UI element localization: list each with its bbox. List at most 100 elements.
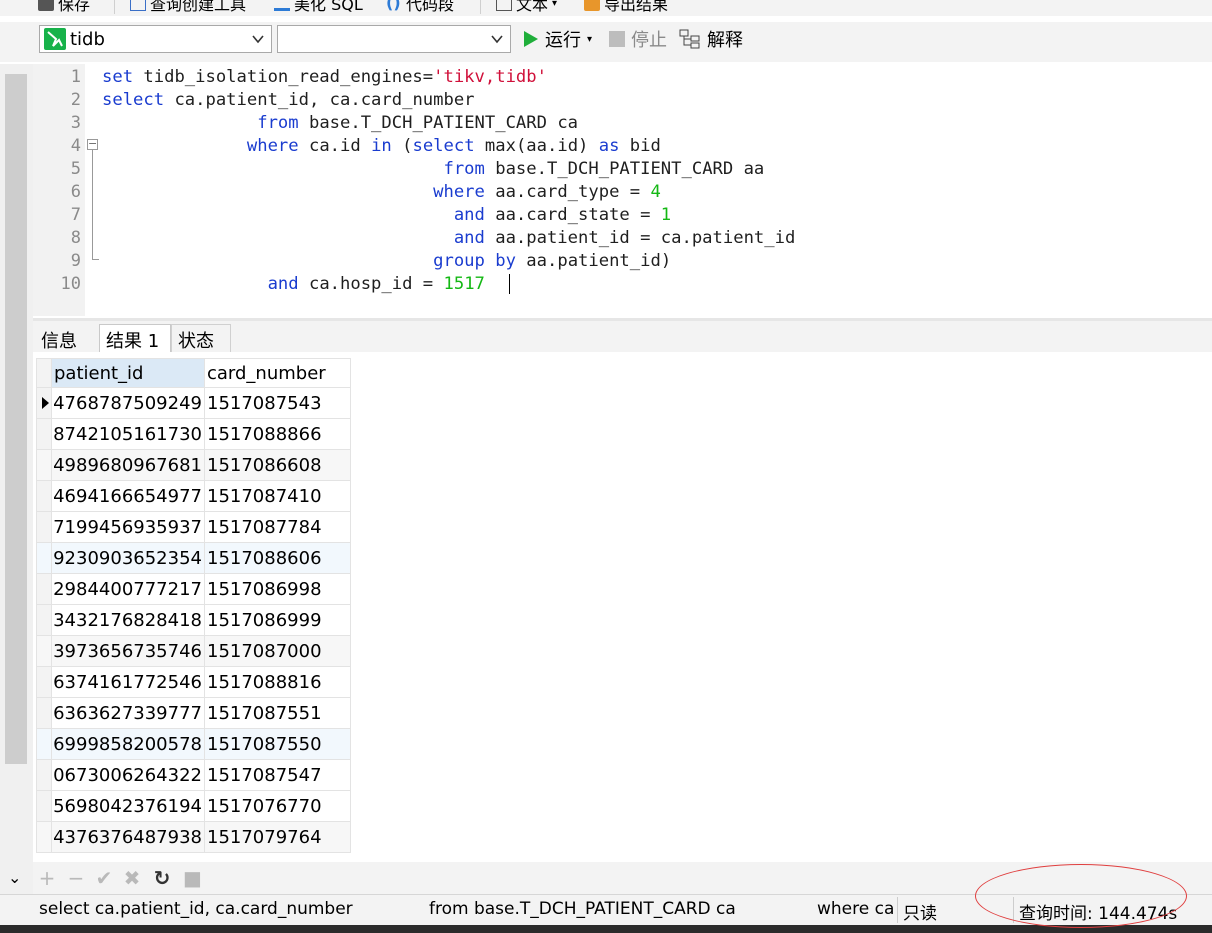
- tab-result-1[interactable]: 结果 1: [99, 324, 171, 355]
- cell-patient-id[interactable]: 55698042376194: [51, 790, 205, 822]
- cell-patient-id[interactable]: 04768787509249: [51, 387, 205, 419]
- cell-patient-id[interactable]: 54989680967681: [51, 449, 205, 481]
- table-row[interactable]: 50673006264322 1517087547: [36, 759, 351, 791]
- explain-label: 解释: [707, 30, 743, 51]
- row-indicator: [36, 449, 52, 481]
- text-label: 文本: [516, 0, 549, 14]
- code-line-10: and ca.hosp_id = 1517: [267, 274, 485, 294]
- table-row[interactable]: 93973656735746 1517087000: [36, 635, 351, 667]
- cell-patient-id[interactable]: 74376376487938: [51, 821, 205, 853]
- stop-square-icon[interactable]: ■: [183, 868, 202, 888]
- chevron-down-icon[interactable]: ⌄: [8, 868, 21, 887]
- cell-card-number[interactable]: 1517088606: [204, 542, 351, 574]
- table-row[interactable]: 96374161772546 1517088816: [36, 666, 351, 698]
- cell-patient-id[interactable]: 77199456935937: [51, 511, 205, 543]
- cell-card-number[interactable]: 1517087543: [204, 387, 351, 419]
- code-line-1: set tidb_isolation_read_engines='tikv,ti…: [102, 67, 547, 87]
- line-number-gutter: 1 2 3 4 5 6 7 8 9 10: [33, 64, 85, 316]
- database-select[interactable]: [277, 25, 511, 53]
- table-row[interactable]: 55698042376194 1517076770: [36, 790, 351, 822]
- apply-check-icon[interactable]: ✔: [95, 868, 113, 888]
- cell-card-number[interactable]: 1517087550: [204, 728, 351, 760]
- current-row-arrow-icon: [42, 396, 49, 409]
- export-icon: [584, 0, 600, 11]
- export-results-button[interactable]: 导出结果: [584, 0, 668, 14]
- run-button[interactable]: 运行 ▾: [523, 27, 592, 51]
- text-button[interactable]: 文本 ▾: [496, 0, 557, 14]
- toolbar-divider: [480, 0, 481, 14]
- beautify-icon: [274, 0, 290, 11]
- code-line-5: from base.T_DCH_PATIENT_CARD aa: [443, 159, 765, 179]
- code-line-9: group by aa.patient_id): [433, 251, 672, 271]
- table-row[interactable]: 93432176828418 1517086999: [36, 604, 351, 636]
- cell-card-number[interactable]: 1517087551: [204, 697, 351, 729]
- left-scrollbar[interactable]: [5, 74, 27, 764]
- discard-x-icon[interactable]: ✖: [123, 868, 141, 888]
- add-row-icon[interactable]: +: [38, 868, 56, 888]
- beautify-label: 美化 SQL: [294, 0, 363, 14]
- cell-patient-id[interactable]: 56999858200578: [51, 728, 205, 760]
- save-button[interactable]: 保存: [38, 0, 90, 14]
- table-row[interactable]: 74694166654977 1517087410: [36, 480, 351, 512]
- line-number: 6: [70, 182, 81, 202]
- cell-card-number[interactable]: 1517086998: [204, 573, 351, 605]
- tab-info[interactable]: 信息: [35, 324, 99, 355]
- refresh-icon[interactable]: ↻: [153, 868, 171, 888]
- beautify-sql-button[interactable]: 美化 SQL: [274, 0, 363, 14]
- row-indicator: [36, 604, 52, 636]
- table-row[interactable]: 08742105161730 1517088866: [36, 418, 351, 450]
- stop-button[interactable]: 停止: [609, 27, 667, 51]
- code-line-8: and aa.patient_id = ca.patient_id: [453, 228, 796, 248]
- cell-card-number[interactable]: 1517076770: [204, 790, 351, 822]
- cell-patient-id[interactable]: 96374161772546: [51, 666, 205, 698]
- row-indicator: [36, 635, 52, 667]
- cell-patient-id[interactable]: 92984400777217: [51, 573, 205, 605]
- explain-button[interactable]: 解释: [679, 27, 743, 51]
- table-row[interactable]: 04768787509249 1517087543: [36, 387, 351, 419]
- cell-patient-id[interactable]: 50673006264322: [51, 759, 205, 791]
- table-row[interactable]: 56999858200578 1517087550: [36, 728, 351, 760]
- cell-patient-id[interactable]: 93432176828418: [51, 604, 205, 636]
- table-row[interactable]: 56363627339777 1517087551: [36, 697, 351, 729]
- table-row[interactable]: 29230903652354 1517088606: [36, 542, 351, 574]
- line-number: 1: [70, 67, 81, 87]
- row-indicator: [36, 511, 52, 543]
- column-header-card-number[interactable]: card_number: [204, 358, 351, 388]
- table-row[interactable]: 54989680967681 1517086608: [36, 449, 351, 481]
- table-row[interactable]: 74376376487938 1517079764: [36, 821, 351, 853]
- delete-row-icon[interactable]: −: [67, 868, 85, 888]
- row-indicator: [36, 790, 52, 822]
- cell-card-number[interactable]: 1517087547: [204, 759, 351, 791]
- line-number: 10: [60, 274, 81, 294]
- table-row[interactable]: 77199456935937 1517087784: [36, 511, 351, 543]
- status-sql-segment-1: select ca.patient_id, ca.card_number: [39, 899, 353, 919]
- code-line-3: from base.T_DCH_PATIENT_CARD ca: [257, 113, 579, 133]
- stop-label: 停止: [631, 30, 667, 51]
- cell-patient-id[interactable]: 56363627339777: [51, 697, 205, 729]
- cell-card-number[interactable]: 1517079764: [204, 821, 351, 853]
- save-icon: [38, 0, 54, 11]
- cell-patient-id[interactable]: 93973656735746: [51, 635, 205, 667]
- cell-patient-id[interactable]: 08742105161730: [51, 418, 205, 450]
- cell-card-number[interactable]: 1517088866: [204, 418, 351, 450]
- cell-patient-id[interactable]: 74694166654977: [51, 480, 205, 512]
- cell-card-number[interactable]: 1517087000: [204, 635, 351, 667]
- column-header-patient-id[interactable]: patient_id: [51, 358, 205, 388]
- cell-card-number[interactable]: 1517088816: [204, 666, 351, 698]
- chevron-down-icon: [491, 35, 503, 44]
- cell-card-number[interactable]: 1517086608: [204, 449, 351, 481]
- cell-card-number[interactable]: 1517086999: [204, 604, 351, 636]
- table-row[interactable]: 92984400777217 1517086998: [36, 573, 351, 605]
- line-number: 3: [70, 113, 81, 133]
- cell-card-number[interactable]: 1517087784: [204, 511, 351, 543]
- row-indicator: [36, 759, 52, 791]
- cell-card-number[interactable]: 1517087410: [204, 480, 351, 512]
- tab-status[interactable]: 状态: [171, 324, 231, 355]
- connection-select[interactable]: tidb: [39, 25, 272, 53]
- code-snippet-button[interactable]: () 代码段: [386, 0, 454, 14]
- cell-patient-id[interactable]: 29230903652354: [51, 542, 205, 574]
- fold-toggle-icon[interactable]: −: [87, 138, 98, 150]
- line-number: 8: [70, 228, 81, 248]
- row-indicator: [36, 697, 52, 729]
- query-builder-button[interactable]: 查询创建工具: [130, 0, 246, 14]
